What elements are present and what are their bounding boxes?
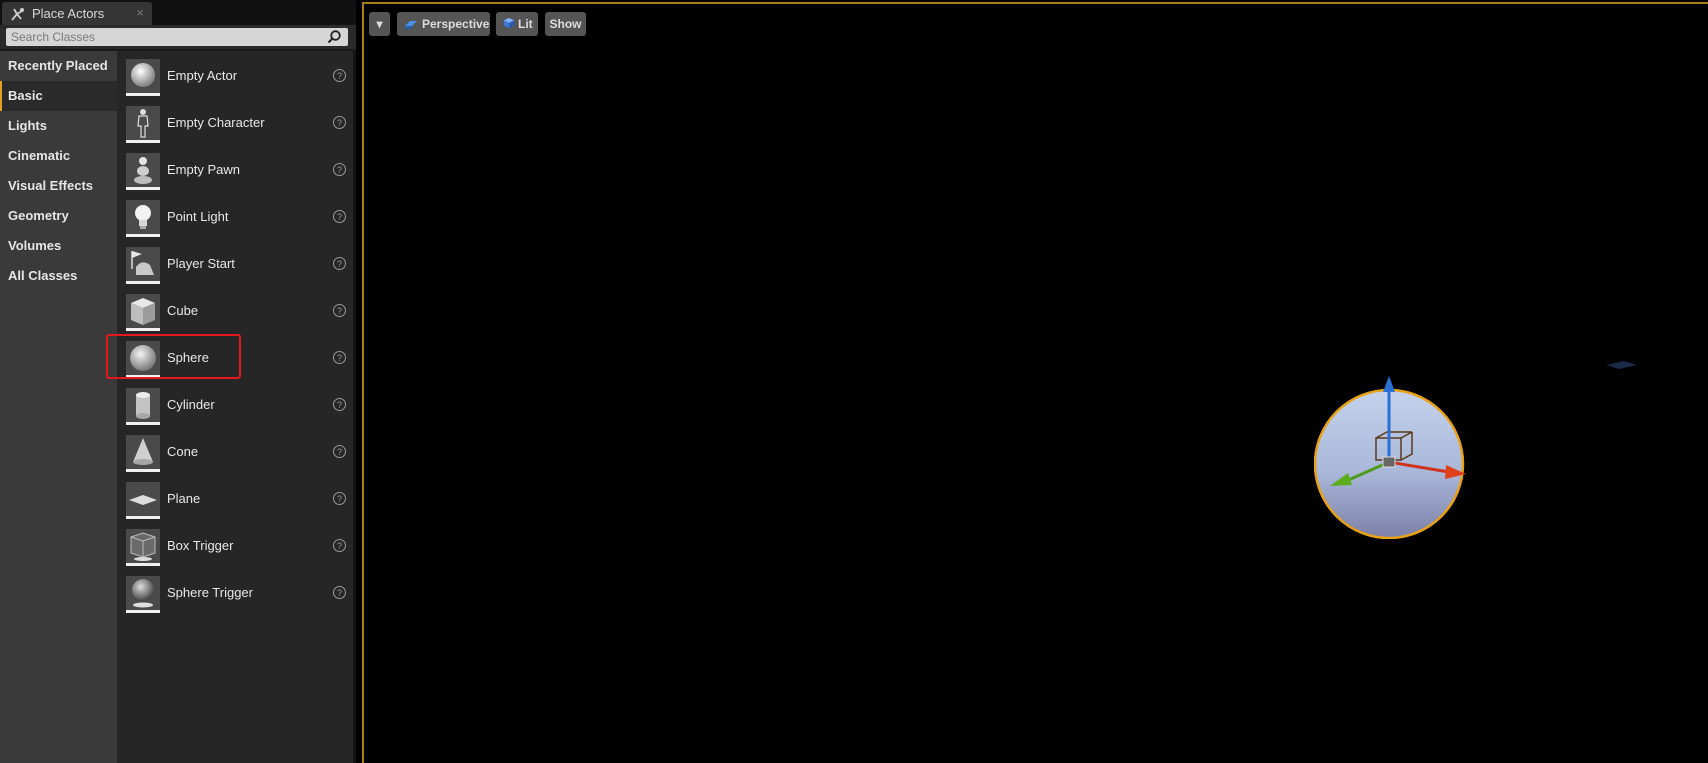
cone-thumbnail [126,435,160,472]
lit-cube-icon [503,17,515,29]
actor-item-cube[interactable]: Cube ? [117,289,353,336]
actor-item-empty-pawn[interactable]: Empty Pawn ? [117,148,353,195]
lit-button[interactable]: Lit [496,12,538,36]
plane-icon [129,495,157,505]
cube-thumbnail [126,294,160,331]
help-icon[interactable]: ? [333,116,346,129]
category-cinematic[interactable]: Cinematic [0,141,117,171]
item-label: Cube [167,303,199,318]
category-lights[interactable]: Lights [0,111,117,141]
search-input[interactable] [6,28,348,46]
sphere-thumbnail [126,341,160,378]
item-label: Empty Actor [167,68,238,83]
box-trigger-thumbnail [126,529,160,566]
panel-divider[interactable] [353,51,356,763]
show-button[interactable]: Show [545,12,586,36]
help-icon[interactable]: ? [333,304,346,317]
help-icon[interactable]: ? [333,586,346,599]
item-label: Cone [167,444,199,459]
chevron-down-icon: ▾ [376,17,383,31]
actor-list: Empty Actor ? Empty Character ? Empty Pa… [117,51,356,763]
pawn-icon [134,157,152,184]
help-icon[interactable]: ? [333,445,346,458]
item-label: Sphere Trigger [167,585,253,600]
help-icon[interactable]: ? [333,492,346,505]
actor-item-empty-actor[interactable]: Empty Actor ? [117,54,353,101]
sphere-trigger-icon [132,579,154,608]
gizmo-center [1382,456,1396,468]
sphere-trigger-thumbnail [126,576,160,613]
actor-item-sphere-trigger[interactable]: Sphere Trigger ? [117,571,353,618]
empty-actor-icon [131,63,155,87]
cylinder-icon [136,392,150,419]
actor-item-box-trigger[interactable]: Box Trigger ? [117,524,353,571]
help-icon[interactable]: ? [333,398,346,411]
selected-sphere-actor[interactable] [1314,374,1474,539]
player-start-thumbnail [126,247,160,284]
box-trigger-icon [130,532,156,561]
close-icon[interactable]: × [136,5,144,20]
point-light-thumbnail [126,200,160,237]
help-icon[interactable]: ? [333,163,346,176]
perspective-icon [405,21,417,29]
show-label: Show [549,17,582,31]
item-label: Empty Character [167,115,265,130]
help-icon[interactable]: ? [333,69,346,82]
z-axis-arrow [1383,376,1395,392]
tab-title: Place Actors [32,6,105,21]
place-actors-icon [11,8,24,21]
category-recently-placed[interactable]: Recently Placed [0,51,117,81]
tab-place-actors[interactable]: Place Actors × [2,2,152,25]
category-visual-effects[interactable]: Visual Effects [0,171,117,201]
category-geometry[interactable]: Geometry [0,201,117,231]
perspective-button[interactable]: Perspective [397,12,490,36]
item-label: Plane [167,491,201,506]
help-icon[interactable]: ? [333,539,346,552]
character-icon [137,109,149,138]
perspective-label: Perspective [422,17,490,31]
help-icon[interactable]: ? [333,210,346,223]
category-list: Recently Placed Basic Lights Cinematic V… [0,51,117,763]
actor-item-cylinder[interactable]: Cylinder ? [117,383,353,430]
place-actors-panel: Place Actors × Recently Placed Basic Lig… [0,0,356,763]
item-label: Player Start [167,256,235,271]
empty-pawn-thumbnail [126,153,160,190]
search-bar [0,25,356,49]
plane-thumbnail [126,482,160,519]
category-all-classes[interactable]: All Classes [0,261,117,291]
search-icon[interactable] [326,29,342,45]
category-volumes[interactable]: Volumes [0,231,117,261]
empty-character-thumbnail [126,106,160,143]
lit-label: Lit [518,17,533,31]
tab-bar: Place Actors × [0,0,356,25]
item-label: Point Light [167,209,229,224]
item-label: Sphere [167,350,209,365]
actor-item-sphere[interactable]: Sphere ? [117,336,353,383]
item-label: Cylinder [167,397,215,412]
item-label: Empty Pawn [167,162,240,177]
light-bulb-icon [135,205,151,229]
cube-icon [131,298,155,325]
actor-item-player-start[interactable]: Player Start ? [117,242,353,289]
sphere-icon [130,345,156,371]
help-icon[interactable]: ? [333,257,346,270]
viewport-options-button[interactable]: ▾ [369,12,390,36]
distant-object [1606,361,1637,369]
item-label: Box Trigger [167,538,234,553]
actor-item-point-light[interactable]: Point Light ? [117,195,353,242]
level-viewport[interactable]: ▾ Perspective Lit Show [362,2,1708,763]
cone-icon [133,438,153,465]
help-icon[interactable]: ? [333,351,346,364]
actor-item-plane[interactable]: Plane ? [117,477,353,524]
category-basic[interactable]: Basic [0,81,117,111]
player-start-icon [131,251,154,275]
empty-actor-thumbnail [126,59,160,96]
cylinder-thumbnail [126,388,160,425]
actor-item-empty-character[interactable]: Empty Character ? [117,101,353,148]
actor-item-cone[interactable]: Cone ? [117,430,353,477]
